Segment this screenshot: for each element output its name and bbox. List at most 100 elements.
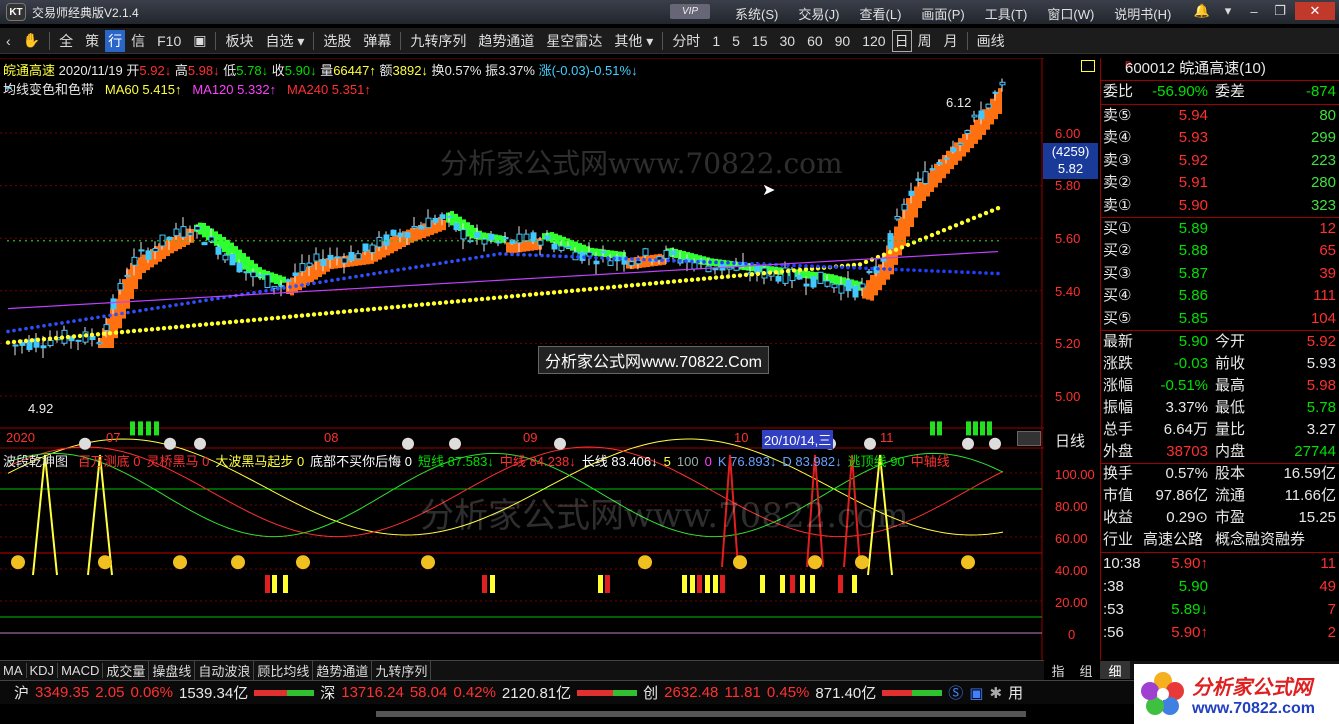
tool-info[interactable]: 信 [125, 31, 151, 51]
buy-order-row[interactable]: 买② 5.88 65 [1103, 240, 1336, 262]
ma-blue-dot [294, 284, 298, 288]
tick-row[interactable]: :53 5.89↓ 7 [1103, 599, 1336, 621]
sell-order-row[interactable]: 卖① 5.90 323 [1103, 195, 1336, 217]
stat2-row[interactable]: 换手 0.57% 股本 16.59亿 [1103, 463, 1336, 485]
tool-watchlist[interactable]: 自选 ▾ [259, 31, 310, 51]
menu-trade[interactable]: 交易(J) [798, 4, 839, 23]
hand-icon[interactable]: ✋ [17, 32, 46, 49]
buy-order-row[interactable]: 买③ 5.87 39 [1103, 263, 1336, 285]
restore-icon[interactable]: ❐ [1269, 2, 1291, 20]
expand-icon[interactable] [1081, 60, 1095, 72]
sell-order-row[interactable]: 卖⑤ 5.94 80 [1103, 105, 1336, 127]
stat-row[interactable]: 外盘 38703 内盘 27744 [1103, 441, 1336, 463]
tool-sector[interactable]: 板块 [219, 31, 259, 51]
period-90[interactable]: 90 [829, 33, 857, 49]
candle-body [180, 226, 187, 238]
ma60-dot [605, 285, 611, 290]
toolbar: ‹ ✋ 全 策 行 信 F10 ▣ 板块 自选 ▾ 选股 弹幕 九转序列 趋势通… [0, 28, 1339, 54]
dollar-icon[interactable]: Ⓢ [948, 682, 963, 703]
tab-macd[interactable]: MACD [58, 663, 104, 678]
tool-nine-turn[interactable]: 九转序列 [404, 31, 472, 51]
period-1[interactable]: 1 [706, 33, 726, 49]
tick-row[interactable]: :56 5.90↑ 2 [1103, 622, 1336, 644]
tab-auto-wave[interactable]: 自动波浪 [195, 661, 255, 680]
tool-other[interactable]: 其他 ▾ [608, 31, 659, 51]
period-week[interactable]: 周 [912, 31, 938, 51]
ma60-dot [551, 290, 557, 295]
menu-view[interactable]: 查看(L) [860, 4, 902, 23]
menu-system[interactable]: 系统(S) [735, 4, 778, 23]
tab-volume[interactable]: 成交量 [103, 661, 150, 680]
period-5[interactable]: 5 [726, 33, 746, 49]
settings-icon[interactable]: ✱ [989, 684, 1002, 702]
period-120[interactable]: 120 [856, 33, 891, 49]
scrollbar-thumb[interactable] [376, 711, 1026, 717]
sz-index[interactable]: 13716.24 [341, 684, 404, 701]
tab-trend-channel[interactable]: 趋势通道 [313, 661, 373, 680]
period-15[interactable]: 15 [746, 33, 774, 49]
tool-danmaku[interactable]: 弹幕 [357, 31, 397, 51]
period-intraday[interactable]: 分时 [666, 31, 706, 51]
sell-order-row[interactable]: 卖② 5.91 280 [1103, 172, 1336, 194]
close-icon[interactable]: ✕ [1295, 2, 1335, 20]
menu-tools[interactable]: 工具(T) [985, 4, 1028, 23]
stat2-row[interactable]: 收益 0.29⊙ 市盈 15.25 [1103, 507, 1336, 529]
vip-badge[interactable]: VIP [670, 4, 710, 19]
menu-screen[interactable]: 画面(P) [921, 4, 964, 23]
menu-help[interactable]: 说明书(H) [1114, 4, 1171, 23]
tool-trend-channel[interactable]: 趋势通道 [472, 31, 540, 51]
stat-row[interactable]: 最新 5.90 今开 5.92 [1103, 331, 1336, 353]
tool-strategy[interactable]: 策 [79, 31, 105, 51]
layout-icon[interactable]: ▣ [187, 32, 212, 49]
buy-order-row[interactable]: 买④ 5.86 111 [1103, 285, 1336, 307]
sh-index[interactable]: 3349.35 [35, 684, 89, 701]
tool-radar[interactable]: 星空雷达 [540, 31, 608, 51]
ma-green-dot [25, 239, 27, 242]
tab-detail[interactable]: 细 [1100, 661, 1130, 679]
period-label[interactable]: 日线 [1055, 430, 1085, 451]
tick-row[interactable]: 10:38 5.90↑ 11 [1103, 553, 1336, 575]
indicator-legend-item: 大波黑马起步 0 [215, 454, 305, 469]
menu-window[interactable]: 窗口(W) [1047, 4, 1094, 23]
sell-order-row[interactable]: 卖③ 5.92 223 [1103, 150, 1336, 172]
ma-blue-dot [108, 313, 112, 318]
stat2-row[interactable]: 市值 97.86亿 流通 11.66亿 [1103, 485, 1336, 507]
buy-icon[interactable]: ▣ [969, 684, 983, 702]
period-month[interactable]: 月 [938, 31, 964, 51]
ma-green-dot [175, 239, 177, 242]
ma60-dot [797, 267, 803, 273]
stat-row[interactable]: 总手 6.64万 量比 3.27 [1103, 419, 1336, 441]
notify-icon[interactable]: 🔔 [1191, 2, 1213, 20]
ma-blue-dot [12, 328, 16, 333]
tool-draw[interactable]: 画线 [971, 31, 1011, 51]
ma60-dot [371, 306, 377, 312]
stat-row[interactable]: 振幅 3.37% 最低 5.78 [1103, 397, 1336, 419]
tool-f10[interactable]: F10 [151, 33, 187, 49]
cy-index[interactable]: 2632.48 [664, 684, 718, 701]
buy-order-row[interactable]: 买① 5.89 12 [1103, 218, 1336, 240]
tab-ma[interactable]: MA [0, 663, 27, 678]
buy-order-row[interactable]: 买⑤ 5.85 104 [1103, 308, 1336, 330]
tab-nine-turn[interactable]: 九转序列 [372, 661, 432, 680]
back-icon[interactable]: ‹ [0, 33, 17, 49]
stat-row[interactable]: 涨跌 -0.03 前收 5.93 [1103, 353, 1336, 375]
tool-screener[interactable]: 选股 [317, 31, 357, 51]
period-day[interactable]: 日 [891, 29, 912, 52]
menu-icon[interactable]: ▾ [1217, 2, 1239, 20]
sell-order-row[interactable]: 卖④ 5.93 299 [1103, 127, 1336, 149]
period-30[interactable]: 30 [773, 33, 801, 49]
tab-trading-line[interactable]: 操盘线 [149, 661, 196, 680]
tab-group[interactable]: 组 [1072, 661, 1100, 679]
period-60[interactable]: 60 [801, 33, 829, 49]
ma60-dot [701, 276, 707, 281]
tab-kdj[interactable]: KDJ [27, 663, 59, 678]
stat-row[interactable]: 涨幅 -0.51% 最高 5.98 [1103, 375, 1336, 397]
tab-guppy[interactable]: 顾比均线 [254, 661, 314, 680]
ma-green-dot [343, 239, 345, 242]
scroll-handle[interactable] [1017, 431, 1041, 446]
tool-all[interactable]: 全 [53, 31, 79, 51]
tab-index[interactable]: 指 [1044, 661, 1072, 679]
tick-row[interactable]: :38 5.90 49 [1103, 576, 1336, 598]
minimize-icon[interactable]: – [1243, 2, 1265, 20]
tool-quote[interactable]: 行 [105, 29, 126, 52]
